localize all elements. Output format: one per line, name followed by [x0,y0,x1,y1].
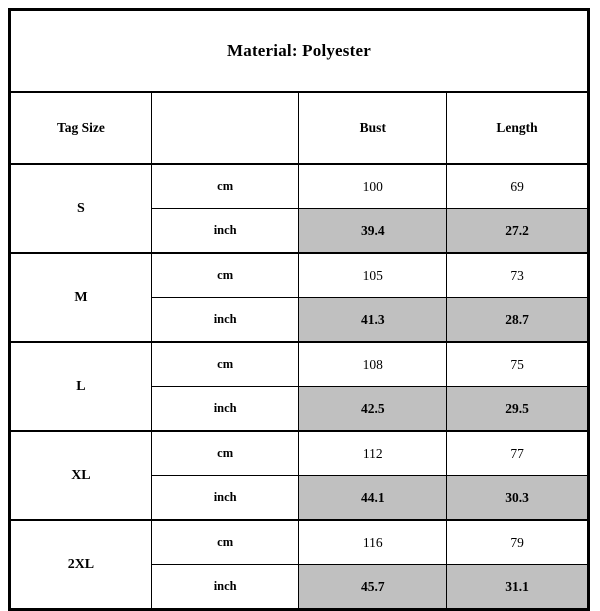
length-cm-value: 77 [446,430,589,476]
length-cm-value: 75 [446,341,589,387]
column-header-bust: Bust [298,91,448,165]
column-header-unit [150,91,300,165]
bust-inch-value: 45.7 [298,564,448,611]
unit-label-cm: cm [150,163,300,209]
bust-cm-value: 116 [298,519,448,565]
table-row: M cm 105 73 [9,252,589,343]
length-inch-value: 29.5 [446,386,589,432]
length-inch-value: 30.3 [446,475,589,521]
unit-label-cm: cm [150,519,300,565]
unit-label-inch: inch [150,386,300,432]
bust-inch-value: 41.3 [298,297,448,343]
size-chart-sheet: Material: Polyester Tag Size Bust Length… [0,0,600,611]
unit-label-cm: cm [150,430,300,476]
unit-label-inch: inch [150,475,300,521]
unit-label-inch: inch [150,208,300,254]
size-label: S [9,163,152,254]
table-row: S cm 100 69 [9,163,589,254]
table-row: 2XL cm 116 79 [9,519,589,611]
table-row: XL cm 112 77 [9,430,589,521]
bust-inch-value: 39.4 [298,208,448,254]
header-row: Tag Size Bust Length [9,91,589,165]
unit-label-inch: inch [150,297,300,343]
length-inch-value: 28.7 [446,297,589,343]
column-header-tag-size: Tag Size [9,91,152,165]
unit-label-cm: cm [150,252,300,298]
length-cm-value: 73 [446,252,589,298]
bust-cm-value: 112 [298,430,448,476]
material-title: Material: Polyester [9,9,589,93]
size-label: XL [9,430,152,521]
size-label: 2XL [9,519,152,611]
bust-cm-value: 108 [298,341,448,387]
size-label: M [9,252,152,343]
table-row: L cm 108 75 [9,341,589,432]
length-cm-value: 69 [446,163,589,209]
bust-inch-value: 42.5 [298,386,448,432]
size-chart-table: Material: Polyester Tag Size Bust Length… [8,8,590,611]
title-row: Material: Polyester [9,9,589,93]
unit-label-inch: inch [150,564,300,611]
length-inch-value: 27.2 [446,208,589,254]
length-inch-value: 31.1 [446,564,589,611]
unit-label-cm: cm [150,341,300,387]
bust-inch-value: 44.1 [298,475,448,521]
length-cm-value: 79 [446,519,589,565]
size-label: L [9,341,152,432]
bust-cm-value: 105 [298,252,448,298]
size-chart-body: Material: Polyester Tag Size Bust Length… [9,9,589,611]
column-header-length: Length [446,91,589,165]
bust-cm-value: 100 [298,163,448,209]
